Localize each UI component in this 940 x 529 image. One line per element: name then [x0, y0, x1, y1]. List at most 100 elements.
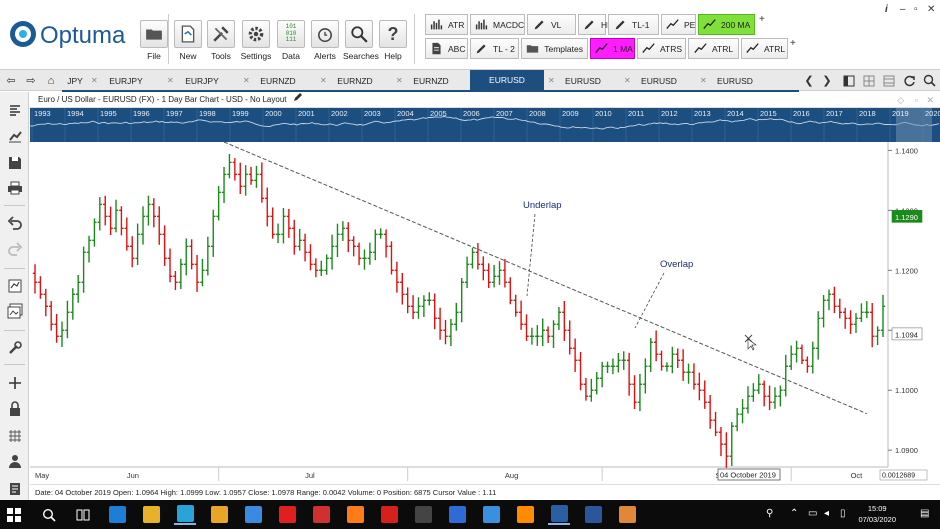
chart-tab-eurusd[interactable]: ✕ EURUSD [622, 73, 696, 89]
chart-app-icon[interactable] [310, 504, 332, 525]
tool-abc-button[interactable]: ABC [425, 38, 468, 59]
network-icon[interactable]: ▭ [808, 508, 817, 519]
optuma-taskbar-icon[interactable] [174, 504, 196, 525]
tool-1ma-button[interactable]: 1 MA [590, 38, 635, 59]
chart-link-icon[interactable]: ◇ [897, 95, 904, 105]
tool-tl-2-button[interactable]: TL - 2 [470, 38, 519, 59]
close-tab-icon[interactable]: ✕ [243, 73, 250, 89]
search-icon[interactable] [38, 504, 60, 525]
tool-tl-1-button[interactable]: TL-1 [608, 14, 659, 35]
clock[interactable]: 15:09 07/03/2020 [858, 503, 896, 525]
tool-vl-button[interactable]: VL [527, 14, 576, 35]
close-tab-icon[interactable]: ✕ [548, 73, 555, 89]
trendline[interactable] [223, 142, 867, 415]
wrench-icon[interactable] [4, 337, 25, 358]
edit-title-icon[interactable] [293, 93, 303, 104]
searches-button[interactable]: Searches [343, 20, 379, 64]
chart-tab-eurusd[interactable]: EURUSD [470, 70, 544, 91]
images-icon[interactable] [4, 300, 25, 321]
home-icon[interactable]: ⌂ [42, 72, 60, 89]
overlap-annotation[interactable]: Overlap [660, 259, 693, 270]
chevron-up-icon[interactable]: ⌃ [790, 508, 798, 519]
chart-tab-eurnzd[interactable]: ✕ EURNZD [394, 73, 468, 89]
close-tab-icon[interactable]: ✕ [396, 73, 403, 89]
word-icon[interactable] [582, 504, 604, 525]
volume-icon[interactable]: ◂ [824, 508, 829, 519]
add-toolbar-button-row1[interactable]: + [759, 14, 765, 25]
maximize-button[interactable]: ▫ [914, 4, 918, 15]
optuma-active-icon[interactable] [548, 504, 570, 525]
chart-close-icon[interactable]: ✕ [926, 95, 934, 105]
firefox-icon[interactable] [344, 504, 366, 525]
layout-single-icon[interactable] [840, 72, 858, 89]
close-window-button[interactable]: ✕ [927, 4, 935, 15]
notifications-icon[interactable]: ▤ [920, 508, 929, 519]
data-button[interactable]: 101 010 111 Data [275, 20, 307, 64]
alerts-button[interactable]: Alerts [309, 20, 341, 64]
chart-tab-eurjpy[interactable]: ✕ EURJPY [89, 73, 163, 89]
settings-button[interactable]: Settings [240, 20, 272, 64]
minimize-button[interactable]: – [900, 4, 906, 15]
chart-tab-eurjpy[interactable]: ✕ EURJPY [165, 73, 239, 89]
user-icon[interactable] [4, 450, 25, 471]
chart-restore-icon[interactable]: ▫ [915, 95, 918, 105]
close-tab-icon[interactable]: ✕ [167, 73, 174, 89]
opera-icon[interactable] [276, 504, 298, 525]
layout-icon[interactable] [4, 275, 25, 296]
people-icon[interactable]: ⚲ [766, 508, 773, 519]
layout-tile-icon[interactable] [880, 72, 898, 89]
refresh-icon[interactable] [900, 72, 918, 89]
tools-button[interactable]: Tools [205, 20, 237, 64]
file-explorer-icon[interactable] [140, 504, 162, 525]
start-icon[interactable] [3, 504, 25, 525]
chart-tab-eurnzd[interactable]: ✕ EURNZD [318, 73, 392, 89]
back-icon[interactable]: ⇦ [2, 72, 20, 89]
fx-pro-icon[interactable] [378, 504, 400, 525]
info-button[interactable]: i [885, 4, 888, 15]
notes-icon[interactable] [4, 478, 25, 499]
chart-tab-eurusd[interactable]: ✕ EURUSD [546, 73, 620, 89]
mail-icon[interactable] [242, 504, 264, 525]
redo-icon[interactable] [4, 238, 25, 259]
tool-atrl-button[interactable]: ATRL [688, 38, 739, 59]
format-text-icon[interactable] [4, 100, 25, 121]
new-button[interactable]: New [172, 20, 204, 64]
scroll-tabs-left-icon[interactable]: ❮ [800, 72, 818, 89]
undo-icon[interactable] [4, 212, 25, 233]
paint-icon[interactable] [616, 504, 638, 525]
zoom-icon[interactable] [920, 72, 938, 89]
chrome-icon[interactable] [480, 504, 502, 525]
close-tab-icon[interactable]: ✕ [700, 73, 707, 89]
add-toolbar-button-row2[interactable]: + [790, 38, 796, 49]
select-tool-icon[interactable] [4, 125, 25, 146]
lock-icon[interactable] [4, 398, 25, 419]
tool-macdc-button[interactable]: MACDC [470, 14, 525, 35]
grid-icon[interactable] [4, 425, 25, 446]
save-icon[interactable] [4, 152, 25, 173]
vlc-icon[interactable] [514, 504, 536, 525]
close-tab-icon[interactable]: ✕ [320, 73, 327, 89]
tool-hl-button[interactable]: HL [578, 14, 612, 35]
layout-grid-icon[interactable] [860, 72, 878, 89]
close-tab-icon[interactable]: ✕ [624, 73, 631, 89]
help-button[interactable]: ? Help [377, 20, 409, 64]
history-overview-strip[interactable]: 1993 1994 1995 1996 1997 1998 1999 2000 2001 2002… [29, 108, 940, 142]
task-view-icon[interactable] [72, 504, 94, 525]
scroll-tabs-right-icon[interactable]: ❯ [818, 72, 836, 89]
calculator-icon[interactable] [412, 504, 434, 525]
chart-tab-eurusd[interactable]: ✕ EURUSD [698, 73, 772, 89]
crosshair-icon[interactable] [4, 372, 25, 393]
tool-atrl-button[interactable]: ATRL [741, 38, 788, 59]
tool-atr-button[interactable]: ATR [425, 14, 468, 35]
tool-templates-button[interactable]: Templates [521, 38, 588, 59]
print-icon[interactable] [4, 177, 25, 198]
tool-atrs-button[interactable]: ATRS [637, 38, 686, 59]
file-button[interactable]: File [138, 20, 170, 64]
app-icon[interactable] [446, 504, 468, 525]
chart-tab-jpy[interactable]: JPY [62, 73, 88, 89]
underlap-annotation[interactable]: Underlap [523, 200, 562, 211]
close-tab-icon[interactable]: ✕ [91, 73, 98, 89]
tool-200ma-button[interactable]: 200 MA [698, 14, 755, 35]
store-icon[interactable] [208, 504, 230, 525]
battery-icon[interactable]: ▯ [840, 508, 846, 519]
